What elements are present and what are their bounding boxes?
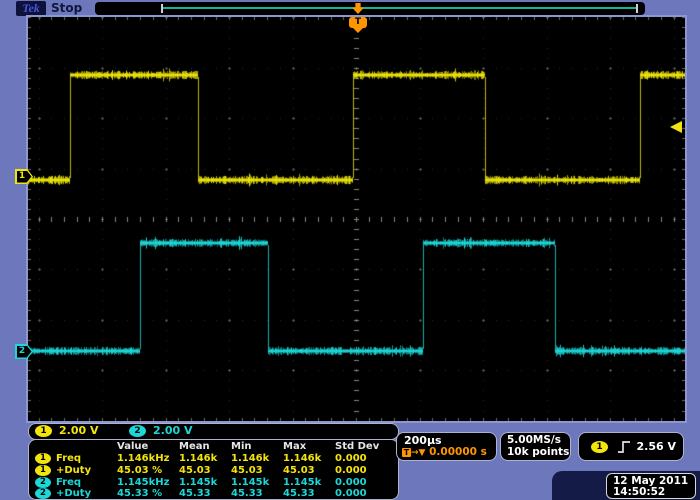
acquisition-status: Stop (51, 1, 82, 16)
trigger-readout: 1 2.56 V (578, 432, 684, 461)
measurement-mean: 45.33 (179, 488, 211, 499)
row-channel-badge: 2 (35, 488, 51, 499)
tek-logo: Tek (16, 1, 46, 16)
time-label: 14:50:52 (613, 486, 665, 498)
record-view-bar (95, 2, 645, 15)
measurement-max: 45.03 (283, 465, 315, 476)
trigger-position-readout: T→▼ 0.00000 s (402, 446, 487, 458)
acquisition-readout: 5.00MS/s 10k points (500, 432, 571, 461)
trigger-level-arrow-icon (670, 121, 682, 133)
measurement-mean: 1.145k (179, 477, 217, 488)
oscilloscope-screen: Tek Stop T 1 2 1 2.00 V 2 2.00 V Value M… (0, 0, 700, 500)
measurement-name: +Duty (56, 465, 91, 476)
record-window-left-bracket (161, 4, 163, 13)
measurement-std: 0.000 (335, 488, 367, 499)
record-length: 10k points (507, 446, 569, 458)
graticule-frame (26, 15, 687, 423)
waveform-display (28, 17, 685, 421)
trigger-t-icon: T (402, 448, 411, 457)
channel-2-marker-label: 2 (15, 344, 29, 359)
column-header-stddev: Std Dev (335, 441, 379, 452)
channel-1-marker-label: 1 (15, 169, 29, 184)
trigger-level: 2.56 V (637, 440, 676, 453)
measurement-name: +Duty (56, 488, 91, 499)
measurement-max: 45.33 (283, 488, 315, 499)
column-header-mean: Mean (179, 441, 210, 452)
datetime-readout: 12 May 2011 14:50:52 (606, 473, 696, 499)
trigger-position-flag: T (349, 17, 367, 33)
measurement-name: Freq (56, 453, 81, 464)
measurement-mean: 1.146k (179, 453, 217, 464)
measurement-row: 2 Freq 1.145kHz 1.145k 1.145k 1.145k 0.0… (29, 477, 398, 488)
measurement-value: 1.146kHz (117, 453, 169, 464)
measurement-std: 0.000 (335, 453, 367, 464)
channel-scale-bar: 1 2.00 V 2 2.00 V (28, 423, 399, 440)
horizontal-readout: 200µs T→▼ 0.00000 s (396, 432, 497, 461)
measurement-row: 2 +Duty 45.33 % 45.33 45.33 45.33 0.000 (29, 488, 398, 499)
trigger-position-arrow-icon (352, 3, 364, 14)
channel-2-scale: 2.00 V (153, 424, 192, 438)
measurement-row: 1 Freq 1.146kHz 1.146k 1.146k 1.146k 0.0… (29, 453, 398, 464)
measurement-name: Freq (56, 477, 81, 488)
trigger-flag-tip-icon (353, 28, 363, 33)
column-header-value: Value (117, 441, 148, 452)
measurement-std: 0.000 (335, 477, 367, 488)
trigger-source-badge: 1 (591, 441, 608, 453)
channel-1-scale: 2.00 V (59, 424, 98, 438)
channel-2-badge: 2 (129, 425, 146, 437)
measurement-value: 1.145kHz (117, 477, 169, 488)
row-channel-badge: 1 (35, 465, 51, 476)
measurement-max: 1.146k (283, 453, 321, 464)
record-window-right-bracket (636, 4, 638, 13)
measurement-value: 45.33 % (117, 488, 162, 499)
measurement-value: 45.03 % (117, 465, 162, 476)
row-channel-badge: 2 (35, 477, 51, 488)
record-line (163, 7, 638, 9)
measurement-min: 1.146k (231, 453, 269, 464)
trigger-position-value: 0.00000 s (429, 446, 487, 458)
measurement-mean: 45.03 (179, 465, 211, 476)
measurement-std: 0.000 (335, 465, 367, 476)
measurement-min: 45.33 (231, 488, 263, 499)
measurement-max: 1.145k (283, 477, 321, 488)
position-arrows-icon: →▼ (411, 448, 425, 458)
measurement-row: 1 +Duty 45.03 % 45.03 45.03 45.03 0.000 (29, 465, 398, 476)
channel-2-ground-marker: 2 (15, 344, 33, 359)
sample-rate: 5.00MS/s (507, 434, 561, 446)
measurement-table: Value Mean Min Max Std Dev 1 Freq 1.146k… (28, 439, 399, 500)
measurement-min: 45.03 (231, 465, 263, 476)
column-header-max: Max (283, 441, 306, 452)
row-channel-badge: 1 (35, 453, 51, 464)
measurement-min: 1.145k (231, 477, 269, 488)
trigger-flag-label: T (349, 17, 367, 28)
channel-1-ground-marker: 1 (15, 169, 33, 184)
rising-edge-icon (617, 440, 631, 454)
column-header-min: Min (231, 441, 252, 452)
channel-1-badge: 1 (35, 425, 52, 437)
